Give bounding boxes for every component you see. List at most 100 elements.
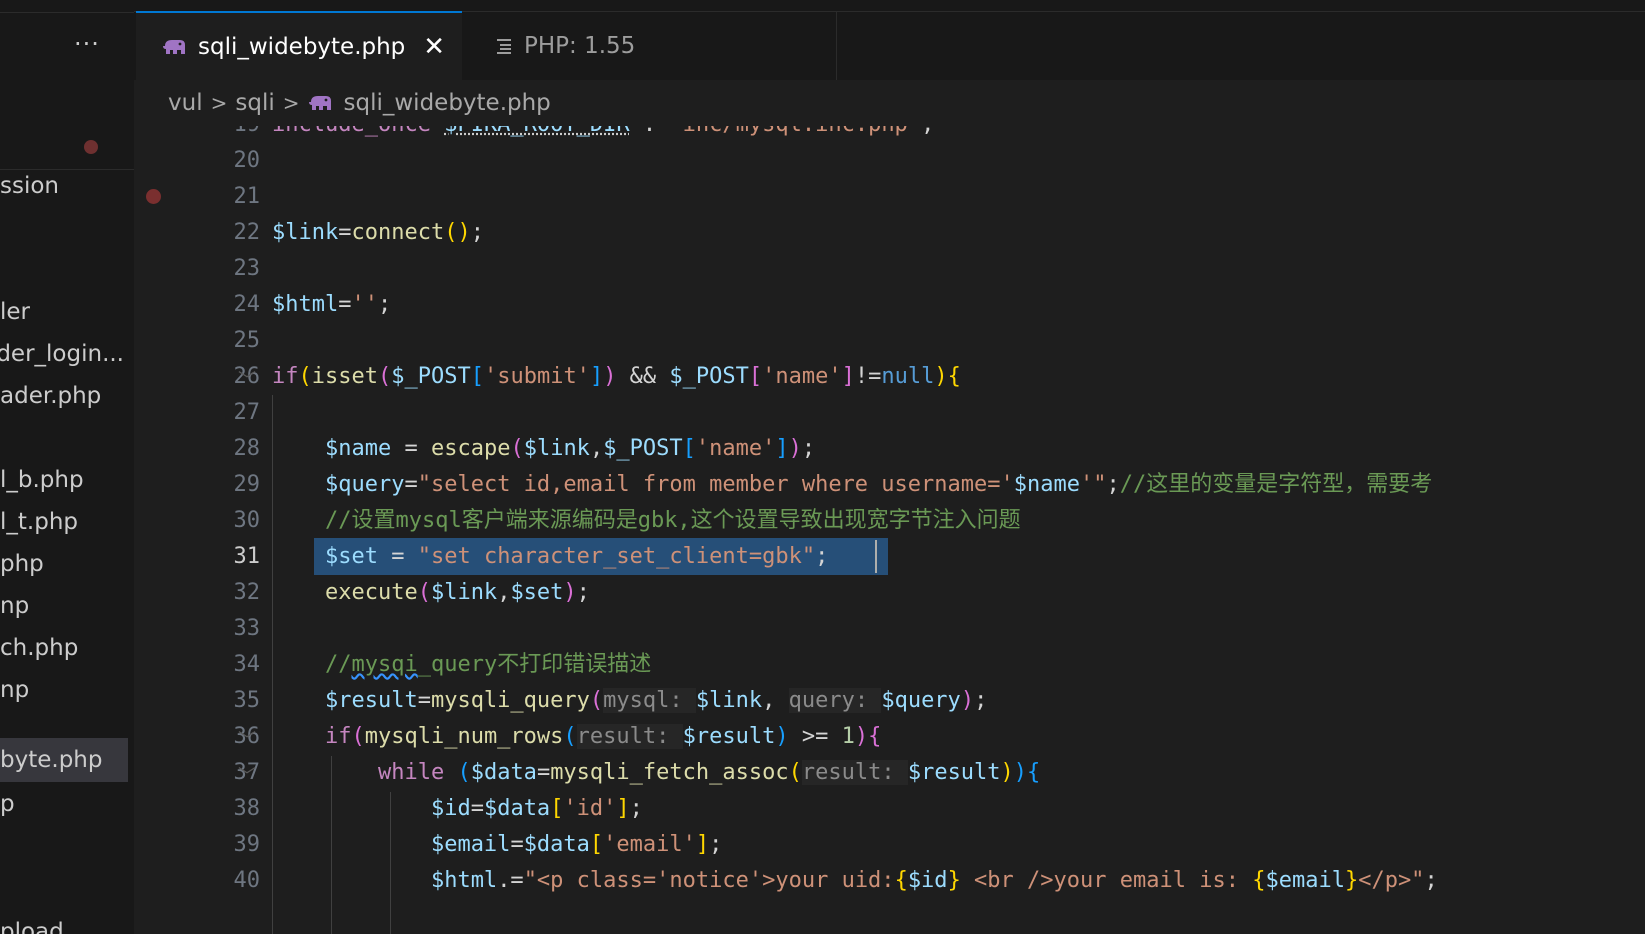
code-line[interactable]: 27 (134, 394, 1645, 431)
file-item[interactable]: np (0, 668, 128, 712)
line-number: 27 (233, 400, 261, 425)
tab-php-outline[interactable]: PHP: 1.55 (464, 12, 837, 80)
more-actions-icon[interactable]: ··· (74, 30, 100, 58)
code-text: $set = "set character_set_client=gbk"; (324, 544, 829, 569)
code-line[interactable]: 38 $id=$data['id']; (134, 790, 1645, 827)
line-number: 32 (233, 580, 261, 605)
file-item-label: ch.php (0, 635, 79, 661)
code-line[interactable]: 35 $result=mysqli_query(mysql: $link, qu… (134, 682, 1645, 719)
file-item-label: ader_login... (0, 341, 124, 367)
sidebar-top-bar (0, 0, 134, 13)
code-text: include_once $PIKA_ROOT_DIR . "inc/mysql… (272, 126, 934, 143)
php-elephant-icon (163, 40, 185, 54)
code-line[interactable]: 26 ﹀ if(isset($_POST['submit']) && $_POS… (134, 358, 1645, 395)
code-line[interactable]: 33 (134, 610, 1645, 647)
code-text: if(isset($_POST['submit']) && $_POST['na… (272, 364, 961, 389)
line-number: 38 (233, 796, 261, 821)
code-line[interactable]: 28 $name = escape($link,$_POST['name']); (134, 430, 1645, 467)
file-item-label: ader.php (0, 383, 102, 409)
file-item[interactable]: ssion (0, 164, 128, 208)
chevron-right-icon: > (210, 91, 228, 115)
code-line[interactable]: 34 //mysqi_query不打印错误描述 (134, 646, 1645, 683)
file-item[interactable]: p (0, 782, 128, 826)
fold-chevron-icon[interactable]: ﹀ (238, 762, 256, 788)
code-text: $email=$data['email']; (430, 832, 723, 857)
line-number: 34 (233, 652, 261, 677)
file-item-label: ssion (0, 173, 60, 199)
code-text: //mysqi_query不打印错误描述 (324, 652, 652, 677)
code-line-current[interactable]: 31 $set = "set character_set_client=gbk"… (134, 538, 1645, 575)
file-item[interactable]: l_t.php (0, 500, 128, 544)
code-line[interactable]: 23 (134, 250, 1645, 287)
file-item[interactable]: l_b.php (0, 458, 128, 502)
fold-chevron-icon[interactable]: ﹀ (238, 366, 256, 392)
code-line[interactable]: 30 //设置mysql客户端来源编码是gbk,这个设置导致出现宽字节注入问题 (134, 502, 1645, 539)
code-line[interactable]: 20 (134, 142, 1645, 179)
line-number: 21 (233, 184, 261, 209)
line-number: 24 (233, 292, 261, 317)
line-number: 25 (233, 328, 261, 353)
line-number: 39 (233, 832, 261, 857)
close-tab-icon[interactable]: ✕ (423, 32, 445, 62)
code-line[interactable]: 29 $query="select id,email from member w… (134, 466, 1645, 503)
explorer-sidebar: ··· ssion ler ader_login... ader.php l_b… (0, 0, 134, 934)
unsaved-dot-icon (84, 140, 98, 154)
file-item[interactable]: php (0, 542, 128, 586)
file-item-label: p (0, 791, 15, 817)
code-line[interactable]: 24 $html=''; (134, 286, 1645, 323)
code-text: $query="select id,email from member wher… (324, 472, 1433, 497)
code-text: $link=connect(); (272, 220, 484, 245)
code-text: execute($link,$set); (324, 580, 590, 605)
file-item[interactable]: ler (0, 290, 128, 334)
code-line[interactable]: 39 $email=$data['email']; (134, 826, 1645, 863)
code-text: $result=mysqli_query(mysql: $link, query… (324, 688, 988, 713)
code-text: if(mysqli_num_rows(result: $result) >= 1… (324, 724, 882, 749)
breadcrumb: vul > sqli > sqli_widebyte.php (134, 80, 1645, 126)
text-cursor (875, 540, 877, 573)
outline-icon (497, 39, 511, 54)
line-number: 29 (233, 472, 261, 497)
code-line[interactable]: 36 ﹀ if(mysqli_num_rows(result: $result)… (134, 718, 1645, 755)
line-number: 28 (233, 436, 261, 461)
file-item-active[interactable]: byte.php (0, 738, 128, 782)
line-number: 35 (233, 688, 261, 713)
code-line[interactable]: 22 $link=connect(); (134, 214, 1645, 251)
breadcrumb-item-sqli[interactable]: sqli (235, 90, 274, 116)
tab-sqli-widebyte[interactable]: sqli_widebyte.php ✕ (136, 11, 462, 81)
code-line[interactable]: 21 (134, 178, 1645, 215)
file-item[interactable]: ader_login... (0, 332, 128, 376)
file-item[interactable]: ch.php (0, 626, 128, 670)
file-item-label: l_b.php (0, 467, 84, 493)
php-elephant-icon (308, 96, 331, 110)
breakpoint-icon[interactable] (146, 189, 161, 204)
line-number: 30 (233, 508, 261, 533)
file-item-label: ler (0, 299, 30, 325)
file-item-label: l_t.php (0, 509, 78, 535)
breadcrumb-item-file[interactable]: sqli_widebyte.php (344, 90, 551, 116)
folder-item[interactable]: pload (0, 910, 128, 934)
tab-label: PHP: 1.55 (524, 33, 636, 59)
code-line[interactable]: 40 $html.="<p class='notice'>your uid:{$… (134, 862, 1645, 899)
code-text: //设置mysql客户端来源编码是gbk,这个设置导致出现宽字节注入问题 (324, 508, 1021, 533)
code-line[interactable]: 32 execute($link,$set); (134, 574, 1645, 611)
file-item-label: np (0, 593, 30, 619)
file-item-label: byte.php (0, 747, 103, 773)
file-item[interactable]: np (0, 584, 128, 628)
file-item[interactable]: ader.php (0, 374, 128, 418)
code-text: $name = escape($link,$_POST['name']); (324, 436, 816, 461)
tab-label: sqli_widebyte.php (198, 34, 406, 60)
code-line[interactable]: 37 ﹀ while ($data=mysqli_fetch_assoc(res… (134, 754, 1645, 791)
breadcrumb-item-vul[interactable]: vul (168, 90, 203, 116)
line-number: 19 (174, 126, 261, 143)
line-number: 22 (233, 220, 261, 245)
code-editor[interactable]: 19 include_once $PIKA_ROOT_DIR . "inc/my… (134, 126, 1645, 934)
code-line[interactable]: 25 (134, 322, 1645, 359)
code-line[interactable]: 19 include_once $PIKA_ROOT_DIR . "inc/my… (134, 126, 1645, 143)
chevron-right-icon: > (282, 91, 300, 115)
file-item-label: pload (0, 919, 64, 934)
code-text: $html.="<p class='notice'>your uid:{$id}… (430, 868, 1438, 893)
fold-chevron-icon[interactable]: ﹀ (238, 726, 256, 752)
line-number: 23 (233, 256, 261, 281)
line-number: 33 (233, 616, 261, 641)
line-number: 40 (233, 868, 261, 893)
